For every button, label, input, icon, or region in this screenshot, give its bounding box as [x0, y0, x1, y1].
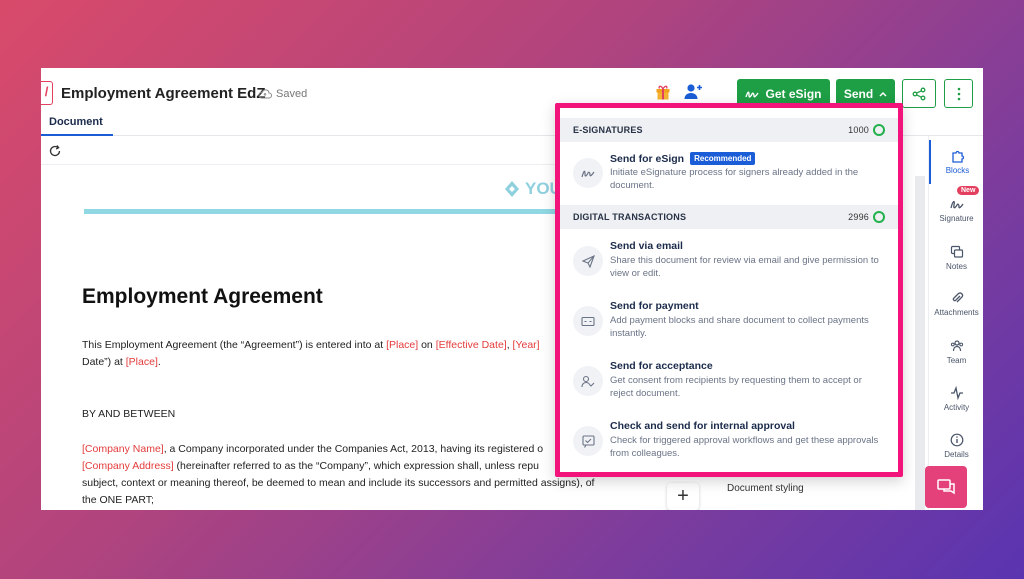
gift-icon[interactable] — [655, 84, 671, 100]
rail-item-attachments[interactable]: Attachments — [929, 282, 983, 326]
section-title: DIGITAL TRANSACTIONS — [573, 212, 687, 222]
item-description: Share this document for review via email… — [610, 255, 879, 279]
rail-label: Team — [946, 356, 967, 365]
company-logo: YOU — [503, 179, 562, 199]
item-title-text: Send for eSign — [610, 152, 685, 165]
rail-label: Signature — [939, 214, 974, 223]
text-run: This Employment Agreement (the “Agreemen… — [82, 339, 387, 351]
rail-item-signature[interactable]: New Signature — [929, 186, 983, 232]
header-divider — [84, 209, 599, 214]
kebab-menu-icon — [957, 87, 960, 100]
rail-item-team[interactable]: Team — [929, 330, 983, 374]
text-run: the ONE PART; — [82, 494, 154, 506]
text-run: on — [418, 339, 436, 351]
tab-document[interactable]: Document — [41, 114, 113, 136]
right-rail: Blocks New Signature Notes Attachments T… — [928, 136, 983, 510]
chat-button[interactable] — [925, 466, 967, 508]
send-dropdown-menu: E-SIGNATURES 1000 Send for eSign Recomme… — [555, 103, 903, 477]
app-logo[interactable]: / — [41, 81, 53, 105]
credit-ring-icon — [873, 211, 885, 223]
more-options-button[interactable] — [944, 79, 973, 108]
item-title: Send via email — [610, 240, 683, 252]
item-title: Send for acceptance — [610, 360, 713, 372]
team-icon — [950, 340, 963, 352]
item-description: Check for triggered approval workflows a… — [610, 435, 879, 459]
placeholder-place-2[interactable]: [Place] — [126, 356, 158, 368]
rail-item-activity[interactable]: Activity — [929, 377, 983, 421]
notes-icon — [950, 245, 963, 258]
rail-label: Notes — [946, 262, 967, 271]
item-description: Get consent from recipients by requestin… — [610, 375, 862, 399]
paper-plane-icon — [573, 246, 603, 276]
rail-item-details[interactable]: Details — [929, 424, 983, 468]
signature-icon — [949, 200, 964, 209]
chat-icon — [937, 479, 955, 495]
share-icon — [912, 87, 926, 100]
share-button[interactable] — [902, 79, 936, 108]
refresh-icon[interactable] — [48, 144, 62, 158]
placeholder-year[interactable]: [Year] — [513, 339, 540, 351]
placeholder-effective-date[interactable]: [Effective Date] — [436, 339, 507, 351]
add-user-icon[interactable] — [683, 82, 703, 102]
digital-credits: 2996 — [848, 211, 885, 223]
item-description: Initiate eSignature process for signers … — [610, 167, 859, 191]
rail-label: Attachments — [934, 308, 979, 317]
send-for-acceptance-item[interactable]: Send for acceptance Get consent from rec… — [560, 358, 898, 414]
item-description: Add payment blocks and share document to… — [610, 315, 869, 339]
activity-icon — [950, 386, 963, 400]
item-title: Check and send for internal approval — [610, 420, 795, 432]
add-block-button[interactable]: + — [667, 483, 699, 510]
section-title: E-SIGNATURES — [573, 125, 643, 135]
panel-scrollbar[interactable] — [915, 176, 925, 510]
rail-label: Blocks — [945, 166, 970, 175]
document-heading: Employment Agreement — [82, 285, 323, 308]
new-badge: New — [957, 186, 980, 195]
credit-count: 1000 — [848, 125, 869, 135]
info-icon — [950, 433, 963, 447]
get-esign-label: Get eSign — [765, 86, 822, 101]
cloud-icon — [258, 89, 272, 99]
esignatures-section-header: E-SIGNATURES 1000 — [560, 118, 898, 142]
text-run: Date”) at — [82, 356, 126, 368]
recommended-badge: Recommended — [690, 152, 756, 165]
chevron-up-icon — [879, 91, 887, 97]
document-title[interactable]: Employment Agreement EdZ — [61, 85, 265, 102]
item-title: Send for payment — [610, 300, 699, 312]
send-label: Send — [843, 86, 874, 101]
document-styling-label: Document styling — [727, 483, 804, 494]
placeholder-company-address[interactable]: [Company Address] — [82, 460, 174, 472]
paperclip-icon — [952, 292, 963, 303]
placeholder-company-name[interactable]: [Company Name] — [82, 443, 164, 455]
logo-icon — [505, 181, 519, 197]
digital-transactions-section-header: DIGITAL TRANSACTIONS 2996 — [560, 205, 898, 229]
text-run: (hereinafter referred to as the “Company… — [173, 460, 539, 472]
signature-icon — [573, 158, 603, 188]
saved-status: Saved — [258, 88, 307, 100]
approval-icon — [573, 426, 603, 456]
payment-icon — [573, 306, 603, 336]
credit-count: 2996 — [848, 212, 869, 222]
rail-label: Details — [944, 450, 969, 459]
rail-label: Activity — [943, 403, 970, 412]
send-for-esign-item[interactable]: Send for eSign Recommended Initiate eSig… — [560, 150, 898, 206]
saved-label: Saved — [276, 88, 308, 100]
text-run: , a Company incorporated under the Compa… — [163, 443, 544, 455]
puzzle-icon — [951, 150, 964, 163]
esign-credits: 1000 — [848, 124, 885, 136]
internal-approval-item[interactable]: Check and send for internal approval Che… — [560, 418, 898, 474]
user-check-icon — [573, 366, 603, 396]
rail-item-notes[interactable]: Notes — [929, 236, 983, 280]
send-for-payment-item[interactable]: Send for payment Add payment blocks and … — [560, 298, 898, 354]
text-run: . — [157, 356, 161, 368]
item-title: Send for eSign Recommended — [610, 152, 756, 165]
send-via-email-item[interactable]: Send via email Share this document for r… — [560, 238, 898, 294]
signature-icon — [745, 91, 760, 98]
credit-ring-icon — [873, 124, 885, 136]
placeholder-place[interactable]: [Place] — [386, 339, 418, 351]
rail-item-blocks[interactable]: Blocks — [929, 140, 983, 184]
text-run: subject, context or meaning thereof, be … — [82, 477, 595, 489]
